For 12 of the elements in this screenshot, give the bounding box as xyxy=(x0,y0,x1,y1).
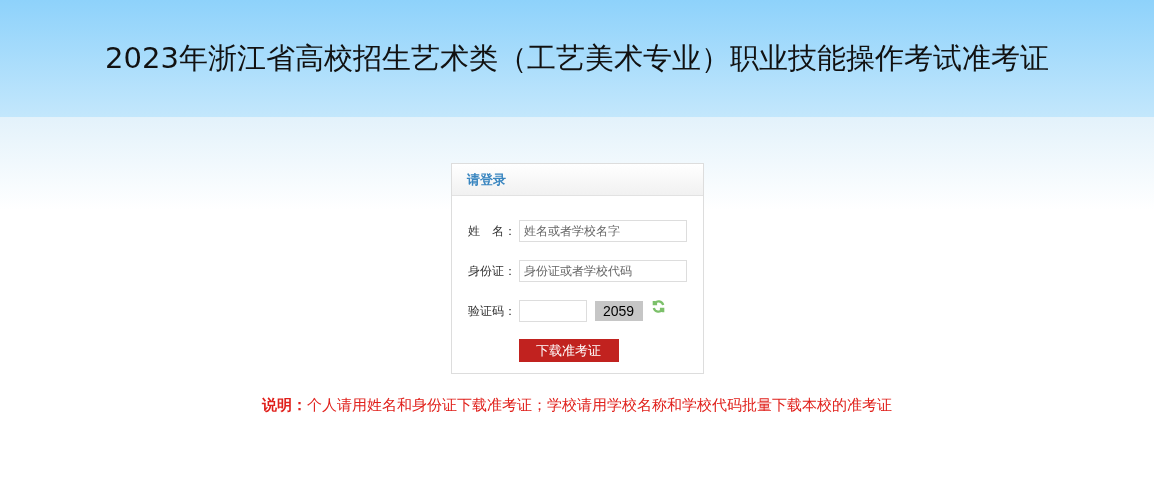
field-label: 姓 名： xyxy=(467,222,517,240)
captcha-image: 2059 xyxy=(594,301,643,321)
field-label: 验证码： xyxy=(467,302,517,320)
captcha-input[interactable] xyxy=(518,300,587,322)
panel-title: 请登录 xyxy=(466,170,506,189)
page-title: 2023年浙江省高校招生艺术类（工艺美术专业）职业技能操作考试准考证 xyxy=(105,39,1049,77)
download-button[interactable]: 下载准考证 xyxy=(518,339,619,362)
instruction-text: 说明：个人请用姓名和身份证下载准考证；学校请用学校名称和学校代码批量下载本校的准考证 xyxy=(262,396,892,415)
field-label: 身份证： xyxy=(467,262,517,280)
refresh-icon[interactable] xyxy=(650,299,666,314)
input-field[interactable]: 身份证或者学校代码 xyxy=(518,260,687,282)
input-field[interactable]: 姓名或者学校名字 xyxy=(518,220,687,242)
